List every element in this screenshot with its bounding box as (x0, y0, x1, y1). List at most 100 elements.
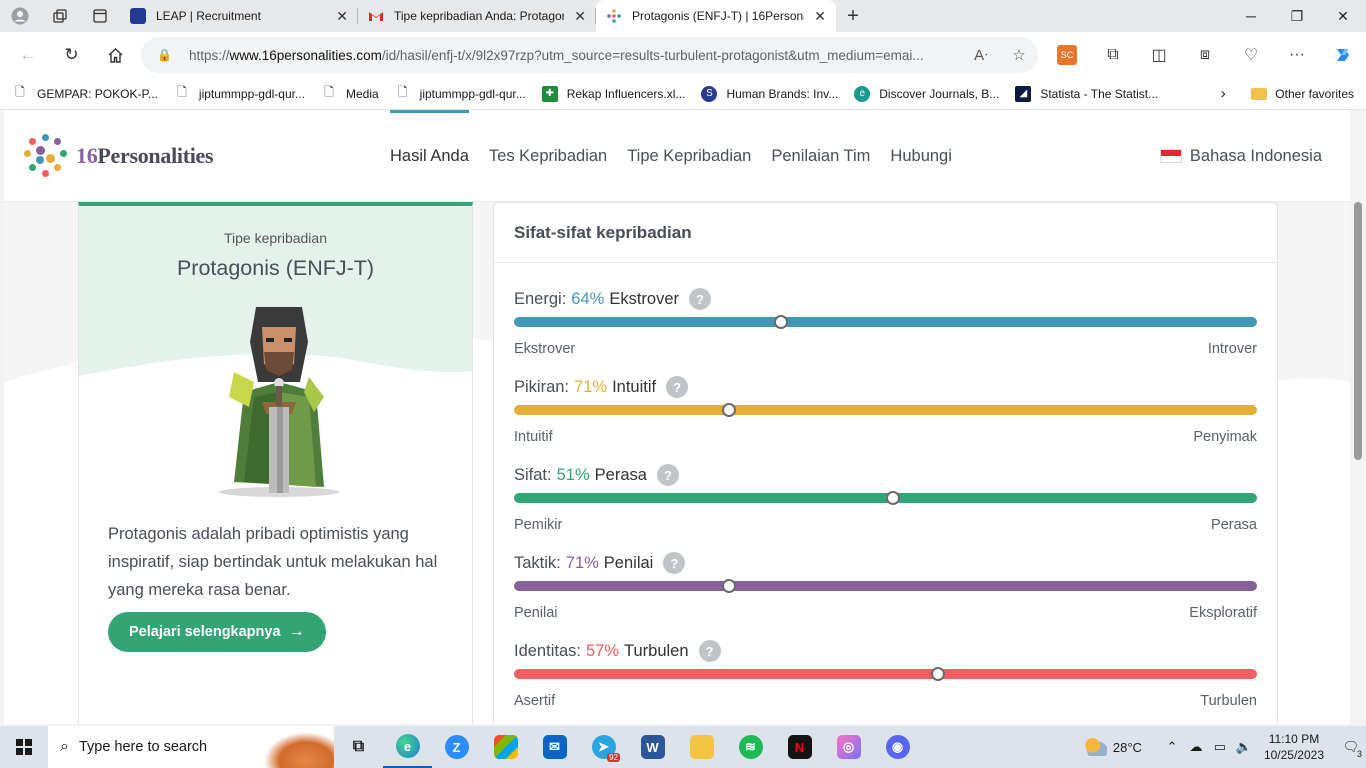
zoom-taskbar-icon[interactable]: Z (432, 726, 481, 768)
learn-more-button[interactable]: Pelajari selengkapnya → (108, 612, 326, 652)
new-tab-icon[interactable]: + (836, 0, 870, 32)
trait-name: Turbulen (624, 641, 689, 660)
browser-tab-16personalities[interactable]: Protagonis (ENFJ-T) | 16Personali ✕ (596, 0, 836, 32)
bookmark-jiptummpp-1[interactable]: 🗋 jiptummpp-gdl-qur... (174, 85, 305, 102)
bookmark-rekap-influencers[interactable]: ✚ Rekap Influencers.xl... (541, 85, 685, 102)
browser-tab-leap[interactable]: LEAP | Recruitment ✕ (120, 0, 358, 32)
bookmark-media[interactable]: 🗋 Media (321, 85, 379, 102)
trait-left-label: Intuitif (514, 429, 553, 445)
weather-widget[interactable]: 28°C (1082, 738, 1142, 756)
edge-taskbar-icon[interactable]: e (383, 726, 432, 768)
extension-sc-icon[interactable]: SC (1057, 45, 1077, 65)
spotify-taskbar-icon[interactable]: ≋ (726, 726, 775, 768)
file-explorer-taskbar-icon[interactable] (677, 726, 726, 768)
page-icon: 🗋 (15, 85, 25, 99)
tab-title: Protagonis (ENFJ-T) | 16Personali (632, 9, 805, 23)
trait-percent: 64% (571, 289, 605, 308)
discord-taskbar-icon[interactable]: ◉ (873, 726, 922, 768)
trait-bar (514, 317, 1257, 327)
workspaces-icon[interactable] (40, 0, 80, 32)
store-taskbar-icon[interactable] (481, 726, 530, 768)
trait-marker (930, 667, 945, 681)
nav-penilaian-tim[interactable]: Penilaian Tim (761, 110, 880, 202)
minimize-icon[interactable]: ─ (1228, 0, 1274, 32)
bookmark-jiptummpp-2[interactable]: 🗋 jiptummpp-gdl-qur... (395, 85, 526, 102)
read-aloud-icon[interactable]: Aᐧ (962, 46, 1000, 64)
favorite-star-icon[interactable]: ☆ (1000, 46, 1038, 64)
nav-hubungi[interactable]: Hubungi (880, 110, 961, 202)
taskbar-search[interactable]: ⌕ Type here to search (48, 726, 334, 768)
profile-icon[interactable] (0, 0, 40, 32)
page-viewport: 16Personalities Hasil Anda Tes Kepribadi… (4, 110, 1350, 724)
collections-icon[interactable]: ⧈ (1182, 37, 1228, 73)
telegram-taskbar-icon[interactable]: ➤ 92 (579, 726, 628, 768)
onedrive-icon[interactable]: ☁ (1184, 739, 1208, 755)
help-icon[interactable]: ? (666, 376, 689, 398)
split-screen-icon[interactable]: ◫ (1136, 37, 1182, 73)
start-button[interactable] (0, 726, 48, 768)
back-icon[interactable]: ← (6, 32, 50, 78)
close-tab-icon[interactable]: ✕ (574, 8, 586, 25)
help-icon[interactable]: ? (656, 464, 679, 486)
help-icon[interactable]: ? (689, 288, 711, 310)
page-scrollbar[interactable] (1350, 110, 1366, 724)
extensions-icon[interactable]: ⧉ (1090, 37, 1136, 73)
tab-actions-icon[interactable] (80, 0, 120, 32)
task-view-icon[interactable]: ⧉ (334, 726, 383, 768)
trait-ends: Intuitif Penyimak (514, 429, 1257, 445)
trait-category: Identitas: (514, 641, 581, 660)
nav-tipe-kepribadian[interactable]: Tipe Kepribadian (617, 110, 761, 202)
browser-tab-gmail[interactable]: Tipe kepribadian Anda: Protagon ✕ (358, 0, 596, 32)
mail-taskbar-icon[interactable]: ✉ (530, 726, 579, 768)
bookmark-discover-journals[interactable]: e Discover Journals, B... (854, 85, 999, 102)
copilot-icon[interactable] (1320, 37, 1366, 73)
trait-ends: Ekstrover Introver (514, 341, 1257, 357)
chevron-right-icon[interactable]: › (1209, 85, 1237, 102)
main-nav: Hasil Anda Tes Kepribadian Tipe Kepribad… (380, 110, 962, 202)
browser-essentials-icon[interactable]: ♡ (1228, 37, 1274, 73)
trait-label: Pikiran: 71% Intuitif? (514, 375, 689, 399)
nav-tes-kepribadian[interactable]: Tes Kepribadian (479, 110, 617, 202)
volume-icon[interactable]: 🔈 (1232, 739, 1256, 755)
site-s-icon: S (701, 85, 718, 102)
nav-hasil-anda[interactable]: Hasil Anda (380, 110, 479, 202)
trait-right-label: Perasa (1211, 517, 1257, 533)
notification-count: 3 (1354, 749, 1364, 759)
battery-icon[interactable]: ▭ (1208, 739, 1232, 755)
close-window-icon[interactable]: ✕ (1320, 0, 1366, 32)
site-logo[interactable]: 16Personalities (24, 134, 214, 178)
home-icon[interactable] (93, 32, 137, 78)
page-icon: 🗋 (177, 85, 187, 99)
bookmark-statista[interactable]: ◢ Statista - The Statist... (1015, 85, 1158, 102)
trait-label: Sifat: 51% Perasa? (514, 463, 679, 487)
tab-title: Tipe kepribadian Anda: Protagon (394, 9, 565, 23)
trait-label: Taktik: 71% Penilai? (514, 551, 686, 575)
photos-taskbar-icon[interactable]: ◎ (824, 726, 873, 768)
word-taskbar-icon[interactable]: W (628, 726, 677, 768)
gmail-favicon-icon (368, 8, 384, 24)
more-menu-icon[interactable]: ··· (1274, 37, 1320, 73)
refresh-icon[interactable]: ↻ (50, 32, 94, 78)
lock-icon[interactable]: 🔒 (157, 48, 173, 62)
restore-icon[interactable]: ❐ (1274, 0, 1320, 32)
netflix-taskbar-icon[interactable]: N (775, 726, 824, 768)
close-tab-icon[interactable]: ✕ (814, 8, 826, 25)
logo-text: 16Personalities (76, 143, 214, 168)
bookmark-gempar[interactable]: 🗋 GEMPAR: POKOK-P... (12, 85, 158, 102)
notification-icon[interactable]: 🗨 3 (1336, 732, 1366, 762)
logo-dots-icon (24, 134, 68, 178)
other-favorites[interactable]: Other favorites (1275, 87, 1354, 101)
trait-category: Pikiran: (514, 377, 570, 396)
help-icon[interactable]: ? (663, 552, 686, 574)
scrollbar-thumb[interactable] (1354, 202, 1362, 460)
clock[interactable]: 11:10 PM 10/25/2023 (1264, 731, 1324, 763)
address-bar[interactable]: 🔒 https://www.16personalities.com/id/has… (140, 37, 1038, 73)
help-icon[interactable]: ? (698, 640, 721, 662)
chevron-up-icon[interactable]: ⌃ (1160, 739, 1184, 755)
clock-date: 10/25/2023 (1263, 748, 1324, 762)
language-selector[interactable]: Bahasa Indonesia (1159, 110, 1322, 202)
type-label: Tipe kepribadian (224, 230, 327, 246)
close-tab-icon[interactable]: ✕ (336, 8, 348, 25)
temperature: 28°C (1112, 739, 1142, 755)
bookmark-human-brands[interactable]: S Human Brands: Inv... (701, 85, 838, 102)
